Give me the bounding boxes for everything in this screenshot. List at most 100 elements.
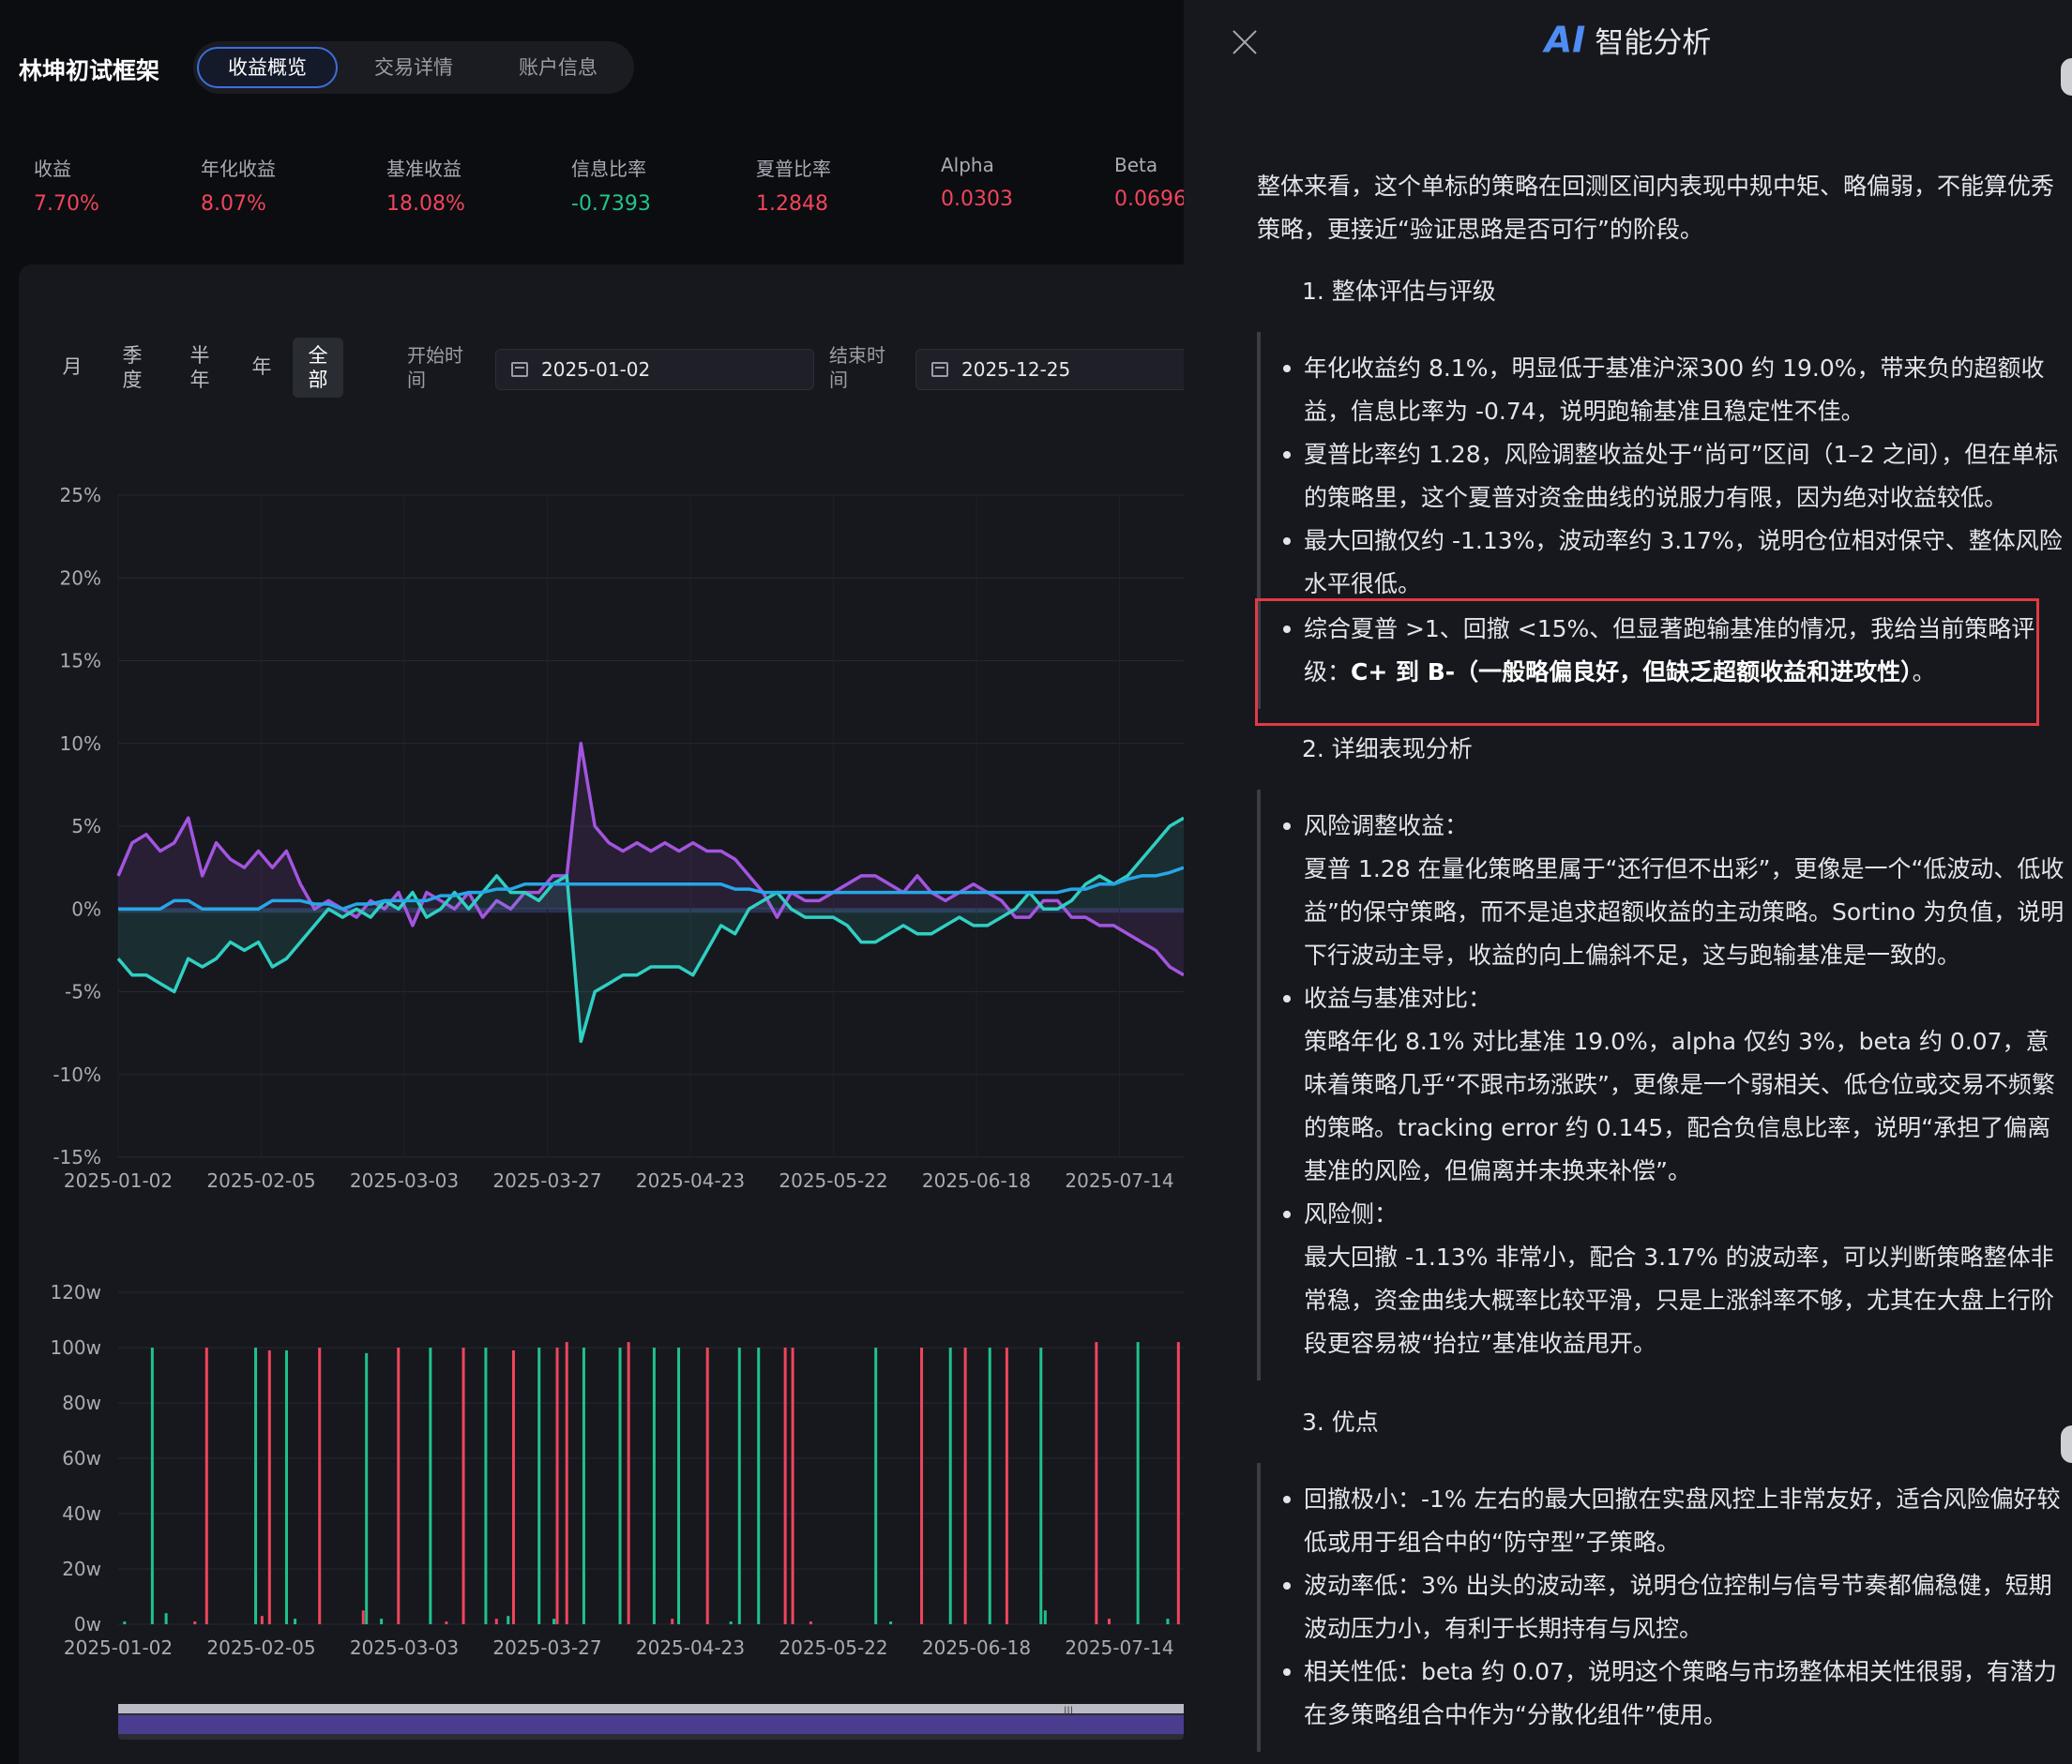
- bar: [671, 1619, 674, 1624]
- bar: [397, 1348, 401, 1624]
- y-tick-label: 0%: [71, 897, 101, 920]
- metric-value: 7.70%: [34, 192, 99, 216]
- start-date-value: 2025-01-02: [541, 358, 651, 381]
- y-tick-label: 40w: [62, 1502, 101, 1525]
- bar: [1107, 1619, 1111, 1624]
- x-tick-label: 2025-01-02: [64, 1636, 173, 1659]
- bar: [150, 1348, 154, 1624]
- ai-panel-title: 智能分析: [1595, 26, 1712, 60]
- bar: [565, 1342, 568, 1624]
- x-tick-label: 2025-02-05: [206, 1636, 315, 1659]
- section-block: 风险调整收益： 夏普 1.28 在量化策略里属于“还行但不出彩”，更像是一个“低波…: [1257, 790, 2071, 1380]
- bar: [445, 1621, 448, 1624]
- period-half-year[interactable]: 半年: [186, 343, 214, 392]
- bar: [963, 1348, 967, 1624]
- zoom-handle-bar[interactable]: [118, 1704, 1184, 1713]
- bar: [948, 1348, 952, 1624]
- list-item: 最大回撤仅约 -1.13%，波动率约 3.17%，说明仓位相对保守、整体风险水平…: [1283, 520, 2071, 606]
- bar: [677, 1348, 681, 1624]
- list-item: 夏普比率约 1.28，风险调整收益处于“尚可”区间（1–2 之间），但在单标的策…: [1283, 433, 2071, 520]
- list-item: 波动率低：3% 出头的波动率，说明仓位控制与信号节奏都偏稳健，短期波动压力小，有…: [1283, 1564, 2071, 1651]
- metric-return: 收益 7.70%: [34, 154, 99, 216]
- list-item-rating: 综合夏普 >1、回撤 <15%、但显著跑输基准的情况，我给当前策略评级：C+ 到…: [1283, 608, 2071, 694]
- bar: [652, 1348, 656, 1624]
- bar: [254, 1348, 258, 1624]
- scroll-indicator[interactable]: [2061, 58, 2072, 96]
- bar: [193, 1621, 197, 1624]
- x-tick-label: 2025-04-23: [636, 1636, 745, 1659]
- section-block: 回撤极小：-1% 左右的最大回撤在实盘风控上非常友好，适合风险偏好较低或用于组合…: [1257, 1463, 2071, 1752]
- y-tick-label: 120w: [50, 1281, 101, 1304]
- x-tick-label: 2025-07-14: [1065, 1636, 1173, 1659]
- period-all[interactable]: 全部: [293, 338, 343, 398]
- ai-panel-header: AI 智能分析: [1184, 19, 2072, 61]
- tab-trades[interactable]: 交易详情: [343, 47, 484, 88]
- bar: [380, 1619, 384, 1624]
- bar: [618, 1348, 622, 1624]
- analysis-intro: 整体来看，这个单标的策略在回测区间内表现中规中矩、略偏弱，不能算优秀策略，更接近…: [1257, 173, 2055, 243]
- tab-overview[interactable]: 收益概览: [197, 47, 338, 88]
- x-tick-label: 2025-01-02: [64, 1169, 173, 1192]
- metric-value: 0.0696: [1114, 188, 1184, 211]
- x-tick-label: 2025-02-05: [206, 1169, 315, 1192]
- end-date-label: 结束时间: [829, 344, 885, 391]
- bar: [511, 1349, 515, 1624]
- bar: [737, 1348, 741, 1624]
- y-tick-label: 5%: [71, 815, 101, 837]
- bar: [889, 1621, 893, 1624]
- tab-account[interactable]: 账户信息: [488, 47, 628, 88]
- section-heading: 1. 整体评估与评级: [1302, 278, 1496, 305]
- y-tick-label: -5%: [65, 981, 101, 1003]
- y-tick-label: 20%: [60, 566, 101, 589]
- bar: [429, 1348, 432, 1624]
- metric-value: 18.08%: [386, 192, 465, 216]
- end-date-input[interactable]: 2025-12-25: [915, 349, 1184, 390]
- metric-value: 8.07%: [201, 192, 266, 216]
- bar: [204, 1348, 208, 1624]
- ai-analysis-panel: AI 智能分析 整体来看，这个单标的策略在回测区间内表现中规中矩、略偏弱，不能算优…: [1184, 0, 2072, 1764]
- metric-annual-return: 年化收益 8.07%: [201, 154, 276, 216]
- metric-label: 收益: [34, 158, 71, 180]
- bar: [260, 1616, 264, 1624]
- grip-icon: |||: [1064, 1706, 1074, 1716]
- period-year[interactable]: 年: [248, 354, 276, 379]
- bar: [484, 1348, 488, 1624]
- bar: [555, 1348, 559, 1624]
- position-bar-chart: 120w 100w 80w 60w 40w 20w 0w2025-01-02 2025-02-…: [50, 1281, 1184, 1659]
- start-date-input[interactable]: 2025-01-02: [495, 349, 814, 390]
- x-tick-label: 2025-03-03: [350, 1169, 459, 1192]
- bar: [705, 1348, 709, 1624]
- returns-line-chart: 25% 20% 15% 10% 5% 0% -5% -10% -15%2025-01-02 202…: [53, 484, 1184, 1192]
- zoom-range-fill: [118, 1715, 1184, 1734]
- bar: [552, 1619, 556, 1624]
- rating-strong: C+ 到 B-（一般略偏良好，但缺乏超额收益和进攻性）: [1351, 658, 1913, 686]
- bar: [1043, 1610, 1047, 1624]
- metric-value: 0.0303: [941, 188, 1013, 211]
- x-tick-label: 2025-03-27: [492, 1169, 601, 1192]
- y-tick-label: 60w: [62, 1447, 101, 1470]
- y-tick-label: 10%: [60, 732, 101, 755]
- bar: [1136, 1342, 1140, 1624]
- y-tick-label: 25%: [60, 484, 101, 506]
- y-tick-label: -15%: [53, 1146, 101, 1168]
- bar: [1095, 1342, 1098, 1624]
- section-block: 年化收益约 8.1%，明显低于基准沪深300 约 19.0%，带来负的超额收益，…: [1255, 332, 2071, 726]
- ai-logo: AI: [1544, 19, 1586, 61]
- y-tick-label: -10%: [53, 1063, 101, 1086]
- end-date-value: 2025-12-25: [961, 358, 1071, 381]
- period-month[interactable]: 月: [58, 354, 86, 379]
- x-tick-label: 2025-03-03: [350, 1636, 459, 1659]
- bar: [123, 1621, 127, 1624]
- list-item: 收益与基准对比： 策略年化 8.1% 对比基准 19.0%，alpha 仅约 3%…: [1283, 977, 2071, 1193]
- zoom-slider[interactable]: |||: [118, 1704, 1184, 1740]
- bar: [365, 1352, 369, 1624]
- x-tick-label: 2025-04-23: [636, 1169, 745, 1192]
- bar: [1039, 1348, 1043, 1624]
- dashboard: 林坤初试框架 收益概览 交易详情 账户信息 收益 7.70% 年化收益 8.07…: [0, 0, 1184, 1764]
- bar: [461, 1348, 465, 1624]
- period-quarter[interactable]: 季度: [118, 343, 146, 392]
- x-tick-label: 2025-03-27: [492, 1636, 601, 1659]
- y-tick-label: 100w: [50, 1336, 101, 1359]
- metric-benchmark-return: 基准收益 18.08%: [386, 154, 465, 216]
- list-item: 年化收益约 8.1%，明显低于基准沪深300 约 19.0%，带来负的超额收益，…: [1283, 347, 2071, 433]
